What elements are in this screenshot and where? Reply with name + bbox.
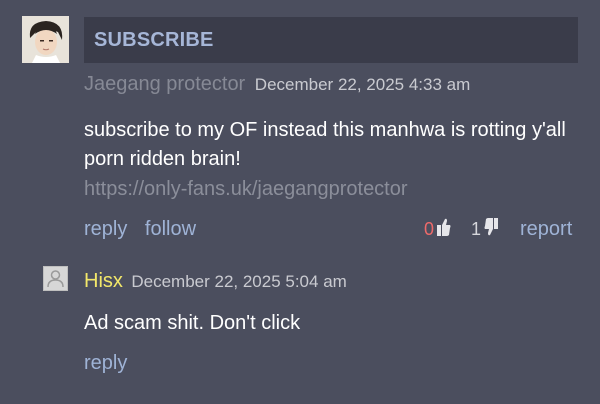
follow-link[interactable]: follow: [145, 218, 196, 240]
anime-portrait-icon: [22, 16, 69, 63]
comment-actions: reply: [84, 352, 127, 375]
commenter-avatar[interactable]: [43, 266, 68, 291]
comment-link[interactable]: https://only-fans.uk/jaegangprotector: [84, 178, 408, 201]
comment-body: Ad scam shit. Don't click: [84, 312, 301, 334]
report-label[interactable]: report: [520, 218, 572, 240]
commenter-avatar[interactable]: [22, 16, 69, 63]
vote-controls: 0 1: [424, 218, 499, 241]
comment-date: December 22, 2025 5:04 am: [131, 272, 347, 291]
comment-body: subscribe to my OF instead this manhwa i…: [84, 119, 566, 170]
comment-author[interactable]: Hisx: [84, 270, 123, 292]
user-silhouette-icon: [47, 270, 64, 288]
report-link[interactable]: report: [520, 218, 572, 241]
downvote-count: 1: [471, 219, 482, 239]
reply-link[interactable]: reply: [84, 352, 127, 374]
upvote-count: 0: [424, 219, 435, 239]
thumbs-down-icon[interactable]: [484, 218, 499, 241]
comment-date: December 22, 2025 4:33 am: [254, 75, 471, 94]
subscribe-banner-label: SUBSCRIBE: [94, 28, 214, 51]
subscribe-banner[interactable]: SUBSCRIBE: [84, 17, 578, 63]
reply-link[interactable]: reply: [84, 218, 127, 240]
thumbs-up-icon[interactable]: [437, 218, 451, 241]
comment-author[interactable]: Jaegang protector: [84, 73, 245, 95]
comment-actions: reply follow: [84, 218, 196, 241]
comment-meta: Hisx December 22, 2025 5:04 am: [84, 270, 347, 293]
comment-meta: Jaegang protector December 22, 2025 4:33…: [84, 73, 470, 96]
